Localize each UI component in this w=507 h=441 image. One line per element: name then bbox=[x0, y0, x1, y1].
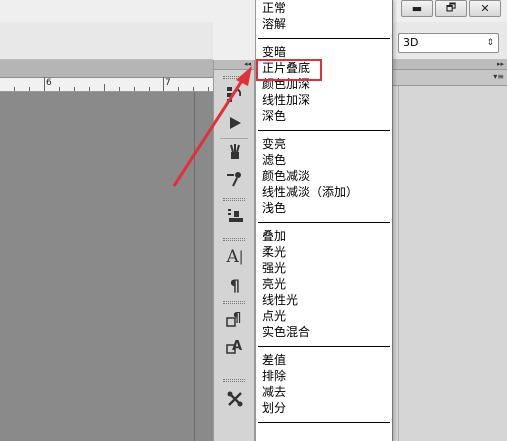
panel-grip[interactable] bbox=[223, 238, 245, 241]
panel-grip[interactable] bbox=[223, 301, 245, 304]
blend-mode-item[interactable]: 实色混合 bbox=[262, 324, 310, 340]
minimize-button[interactable]: ▬ bbox=[401, 0, 433, 17]
right-panel-divider bbox=[398, 86, 399, 441]
menu-separator bbox=[258, 346, 390, 347]
panel-grip[interactable] bbox=[223, 76, 245, 79]
menu-separator bbox=[258, 38, 390, 39]
ruler-label-7: 7 bbox=[165, 78, 171, 88]
restore-button[interactable]: 🗗 bbox=[435, 0, 467, 17]
svg-text:¶: ¶ bbox=[233, 311, 241, 326]
blend-mode-item[interactable]: 颜色减淡 bbox=[262, 168, 310, 184]
blend-mode-item[interactable]: 浅色 bbox=[262, 200, 286, 216]
blend-mode-item[interactable]: 正常 bbox=[262, 0, 286, 16]
annotation-highlight-box bbox=[256, 59, 322, 81]
menu-separator bbox=[258, 422, 390, 423]
panel-grip[interactable] bbox=[223, 198, 245, 201]
close-button[interactable]: ✕ bbox=[469, 0, 501, 17]
paragraph-styles-icon[interactable]: ¶ bbox=[224, 308, 246, 330]
blend-mode-item[interactable]: 亮光 bbox=[262, 276, 286, 292]
blend-mode-item[interactable]: 强光 bbox=[262, 260, 286, 276]
blend-mode-item[interactable]: 变暗 bbox=[262, 44, 286, 60]
panel-grip[interactable] bbox=[223, 379, 245, 382]
options-bar bbox=[0, 22, 213, 60]
blend-mode-item[interactable]: 滤色 bbox=[262, 152, 286, 168]
brush-presets-icon[interactable] bbox=[224, 167, 246, 189]
tool-presets-icon[interactable] bbox=[224, 388, 246, 410]
character-styles-icon[interactable]: A bbox=[224, 335, 246, 357]
select-arrows-icon: ⇕ bbox=[486, 38, 494, 48]
blend-mode-item[interactable]: 线性光 bbox=[262, 292, 298, 308]
application-top-strip bbox=[0, 0, 213, 22]
window-controls: ▬ 🗗 ✕ bbox=[401, 0, 507, 20]
panel-menu-icon[interactable]: ▾≡ bbox=[493, 72, 504, 81]
blend-mode-item[interactable]: 线性减淡（添加） bbox=[262, 184, 358, 200]
menu-separator bbox=[258, 222, 390, 223]
panel-collapse-header[interactable]: ◂◂ bbox=[214, 60, 254, 70]
right-panel-collapse-header[interactable]: ▸▸ bbox=[393, 60, 507, 70]
svg-text:A: A bbox=[232, 339, 242, 354]
blend-mode-item[interactable]: 叠加 bbox=[262, 228, 286, 244]
canvas-area[interactable] bbox=[0, 92, 194, 441]
workspace-select-value: 3D bbox=[403, 36, 419, 49]
history-icon[interactable] bbox=[224, 83, 246, 105]
blend-mode-item[interactable]: 划分 bbox=[262, 400, 286, 416]
blend-mode-item[interactable]: 柔光 bbox=[262, 244, 286, 260]
menu-separator bbox=[258, 130, 390, 131]
blend-mode-item[interactable]: 减去 bbox=[262, 384, 286, 400]
character-icon[interactable]: A | bbox=[224, 246, 246, 268]
paragraph-icon[interactable]: ¶ bbox=[224, 274, 246, 296]
blend-mode-item[interactable]: 排除 bbox=[262, 368, 286, 384]
docked-panel-strip: ◂◂ A | ¶ ¶ A bbox=[213, 60, 255, 441]
workspace-select[interactable]: 3D ⇕ bbox=[398, 33, 499, 53]
actions-play-icon[interactable] bbox=[224, 112, 246, 134]
brushes-icon[interactable] bbox=[224, 141, 246, 163]
document-tab-strip[interactable] bbox=[0, 60, 213, 78]
clone-source-icon[interactable] bbox=[224, 205, 246, 227]
blend-mode-item[interactable]: 线性加深 bbox=[262, 92, 310, 108]
right-panel-tabs[interactable]: ▾≡ bbox=[393, 70, 507, 86]
horizontal-ruler[interactable]: 6 7 bbox=[0, 77, 213, 92]
blend-mode-item[interactable]: 差值 bbox=[262, 352, 286, 368]
right-panel-body bbox=[393, 86, 507, 441]
blend-mode-item[interactable]: 溶解 bbox=[262, 16, 286, 32]
blend-mode-item[interactable]: 点光 bbox=[262, 308, 286, 324]
blend-mode-item[interactable]: 深色 bbox=[262, 108, 286, 124]
vertical-scroll-track[interactable] bbox=[194, 92, 213, 441]
ruler-label-6: 6 bbox=[46, 78, 52, 88]
blend-mode-item[interactable]: 变亮 bbox=[262, 136, 286, 152]
